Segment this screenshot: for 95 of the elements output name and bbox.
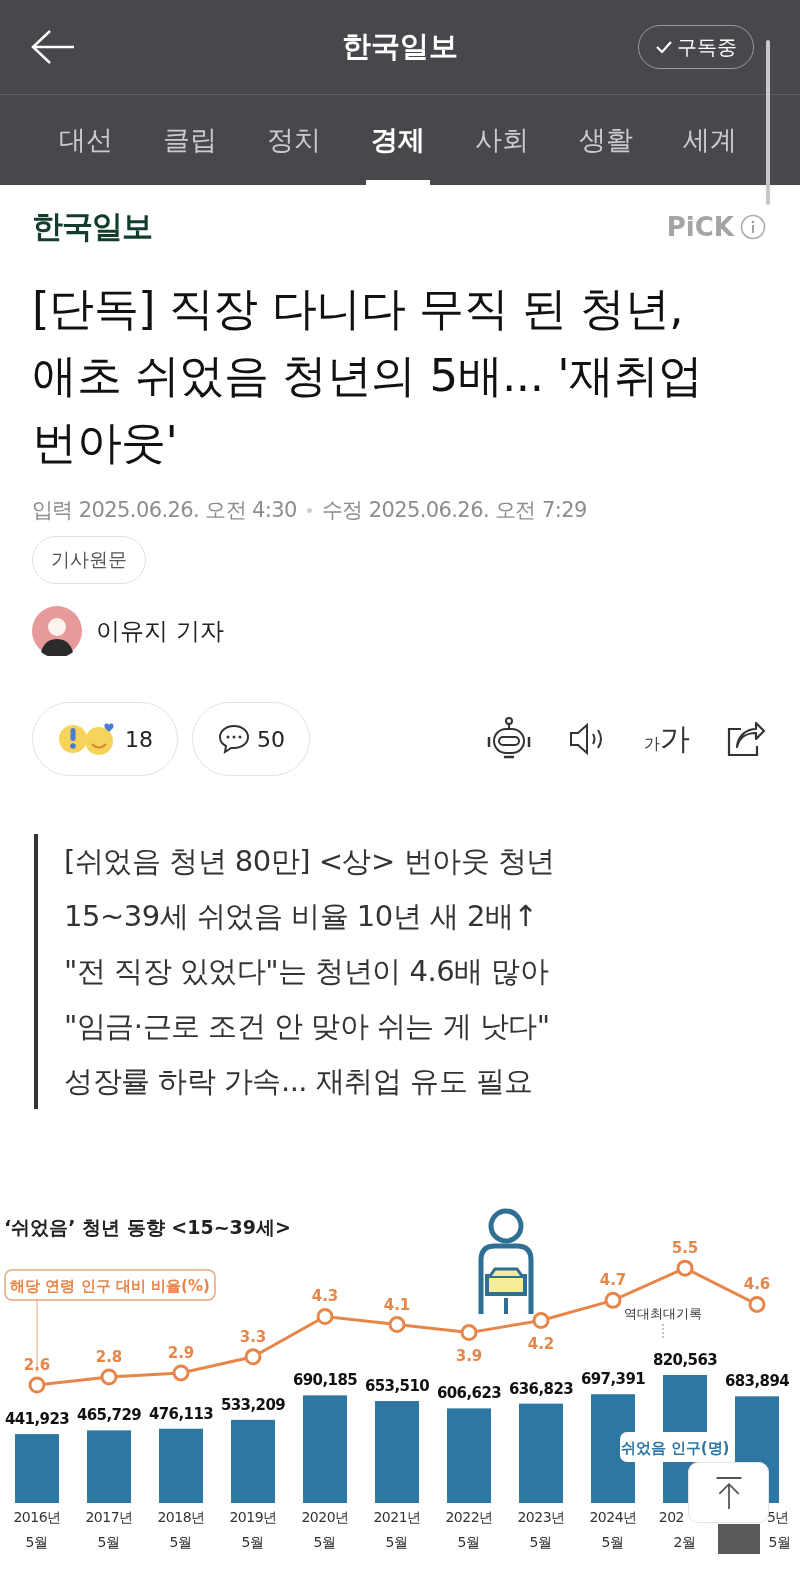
axis-label: 2023년 <box>517 1509 565 1525</box>
ratio-point <box>244 1348 262 1366</box>
bar-value-label: 636,823 <box>508 1379 574 1398</box>
press-logo: 한국일보 <box>32 207 153 246</box>
bar-value-label: 683,894 <box>724 1372 790 1391</box>
check-icon <box>655 40 673 54</box>
series-label: 쉬었음 인구(명) <box>620 1439 730 1457</box>
comment-button[interactable]: 50 <box>192 702 310 776</box>
bar-value-label: 820,563 <box>652 1351 718 1369</box>
ratio-value-label: 2.6 <box>23 1356 51 1374</box>
ratio-value-label: 3.9 <box>455 1346 483 1365</box>
axis-label: 2021년 <box>373 1509 421 1525</box>
ratio-point <box>460 1324 478 1342</box>
ratio-value-label: 4.7 <box>599 1271 627 1290</box>
robot-icon[interactable] <box>486 717 532 761</box>
leader-line <box>662 1323 664 1339</box>
axis-label: 2022년 <box>445 1509 493 1525</box>
ratio-value-label: 3.3 <box>239 1327 267 1346</box>
category-tab[interactable]: 사회 <box>450 95 554 185</box>
article-headline: [단독] 직장 다니다 무직 된 청년, 애초 쉬었음 청년의 5배... '재취업 번아웃' <box>32 281 704 471</box>
ratio-value-label: 4.1 <box>383 1295 411 1314</box>
axis-label: 5년 <box>767 1509 789 1525</box>
summary-line: 성장률 하락 가속... 재취업 유도 필요 <box>64 1063 534 1100</box>
share-icon[interactable] <box>726 721 766 757</box>
ratio-point <box>100 1368 118 1386</box>
axis-label: 2024년 <box>589 1509 637 1525</box>
pick-label: PiCK <box>666 212 734 242</box>
axis-label: 5월 <box>241 1534 265 1550</box>
bar-value-label: 476,113 <box>148 1404 214 1423</box>
bar-value-label: 653,510 <box>364 1377 430 1396</box>
ratio-point <box>28 1376 46 1394</box>
category-tab[interactable]: 생활 <box>554 95 658 185</box>
input-label: 입력 <box>32 497 73 524</box>
axis-label: 2016년 <box>13 1509 61 1525</box>
text-size-button[interactable]: 가가 <box>644 718 690 760</box>
axis-label: 5월 <box>25 1534 49 1550</box>
edit-label: 수정 <box>321 497 363 524</box>
annotation-label: 역대최대기록 <box>624 1306 702 1321</box>
ratio-point <box>532 1312 550 1329</box>
ratio-legend: 해당 연령 인구 대비 비율(%) <box>4 1269 216 1301</box>
summary-line: "전 직장 있었다"는 청년이 4.6배 많아 <box>64 953 550 990</box>
bar-value-label: 606,623 <box>436 1384 502 1403</box>
category-tab[interactable]: 경제 <box>346 95 450 185</box>
bar-value-label: 690,185 <box>292 1371 358 1390</box>
axis-label: 202 <box>658 1509 684 1525</box>
reporter-name[interactable]: 이유지 기자 <box>96 615 224 647</box>
axis-label: 5월 <box>457 1534 481 1550</box>
category-tab[interactable]: 세계 <box>658 95 762 185</box>
chart-title: ‘쉬었음’ 청년 동향 <15~39세> <box>4 1216 291 1238</box>
category-tab[interactable]: 정치 <box>242 95 346 185</box>
separator-dot <box>306 507 312 513</box>
axis-label: 2017년 <box>85 1509 133 1525</box>
ratio-value-label: 2.8 <box>95 1347 123 1366</box>
axis-label: 5월 <box>313 1534 337 1550</box>
input-time: 2025.06.26. 오전 4:30 <box>78 497 297 524</box>
ratio-value-label: 4.6 <box>743 1275 771 1294</box>
bar-value-label: 697,391 <box>580 1370 646 1389</box>
summary-line: 15~39세 쉬었음 비율 10년 새 2배↑ <box>64 898 539 935</box>
summary-line: "임금·근로 조건 안 맞아 쉬는 게 낫다" <box>64 1008 551 1045</box>
bar-value-label: 441,923 <box>4 1410 70 1429</box>
ratio-value-label: 4.3 <box>311 1287 339 1306</box>
scroll-top-button[interactable] <box>688 1462 769 1523</box>
axis-label: 5월 <box>169 1534 193 1550</box>
axis-label: 5월 <box>529 1534 553 1550</box>
axis-label: 2020년 <box>301 1509 349 1525</box>
ratio-point <box>388 1316 406 1334</box>
bar <box>15 1434 59 1503</box>
ratio-point <box>604 1291 622 1309</box>
axis-label: 2월 <box>673 1534 697 1550</box>
axis-label: 2018년 <box>157 1509 205 1525</box>
summary-line: [쉬었음 청년 80만] <상> 번아웃 청년 <box>64 843 556 880</box>
axis-label: 5월 <box>768 1534 792 1550</box>
ratio-point <box>172 1364 190 1382</box>
header-title: 한국일보 <box>342 28 458 65</box>
axis-label: 5월 <box>385 1534 409 1550</box>
category-tab[interactable]: 클립 <box>138 95 242 185</box>
edit-time: 2025.06.26. 오전 7:29 <box>368 497 587 524</box>
comment-icon <box>217 723 251 755</box>
bar-value-label: 533,209 <box>220 1395 286 1414</box>
axis-label: 5월 <box>97 1534 121 1550</box>
ratio-value-label: 4.2 <box>527 1334 555 1353</box>
category-tab[interactable]: 대선 <box>34 95 138 185</box>
axis-label: 5월 <box>601 1534 625 1550</box>
axis-label: 2019년 <box>229 1509 277 1525</box>
ratio-point <box>676 1259 694 1277</box>
reaction-button[interactable]: 18 <box>32 702 178 776</box>
avatar <box>32 606 82 656</box>
back-icon[interactable] <box>30 29 76 65</box>
ratio-point <box>316 1308 334 1325</box>
ratio-value-label: 5.5 <box>671 1239 699 1258</box>
ratio-value-label: 2.9 <box>167 1343 195 1362</box>
ratio-point <box>748 1295 766 1313</box>
population-legend: 쉬었음 인구(명) <box>620 1432 730 1462</box>
original-article-button[interactable]: 기사원문 <box>32 536 146 584</box>
bar-value-label: 465,729 <box>76 1406 142 1425</box>
